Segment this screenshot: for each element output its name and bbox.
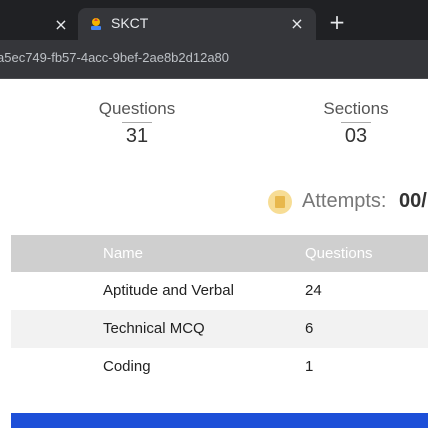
section-name: Aptitude and Verbal	[103, 282, 234, 299]
header-name: Name	[103, 245, 144, 262]
url-text[interactable]: a5ec749-fb57-4acc-9bef-2ae8b2d12a80	[0, 50, 229, 65]
sections-label: Sections	[323, 99, 389, 118]
attempts-icon	[268, 190, 292, 214]
table-header: Name Questions	[11, 235, 428, 272]
section-questions: 24	[305, 282, 322, 299]
attempts-label: Attempts:	[302, 190, 387, 212]
section-questions: 6	[305, 320, 314, 337]
close-tab-icon[interactable]: ×	[52, 16, 70, 34]
skct-favicon-icon	[91, 18, 101, 30]
section-questions: 1	[305, 358, 314, 375]
sections-count: 03	[344, 125, 368, 147]
sections-stat: Sections 03	[318, 99, 394, 148]
page-content: Questions 31 Sections 03 Attempts: 00/ N…	[0, 79, 428, 428]
attempts-value: 00/	[399, 190, 427, 212]
active-tab[interactable]: SKCT ×	[78, 8, 316, 40]
questions-stat: Questions 31	[96, 99, 178, 148]
section-name: Technical MCQ	[103, 320, 205, 337]
section-name: Coding	[103, 358, 151, 375]
tab-title: SKCT	[111, 15, 149, 31]
divider	[341, 122, 371, 123]
questions-label: Questions	[98, 99, 176, 118]
questions-count: 31	[125, 125, 149, 147]
table-row: Technical MCQ 6	[11, 310, 428, 348]
table-row: Aptitude and Verbal 24	[11, 272, 428, 310]
divider	[122, 122, 152, 123]
new-tab-button[interactable]: +	[327, 12, 347, 32]
address-bar[interactable]: a5ec749-fb57-4acc-9bef-2ae8b2d12a80	[0, 40, 428, 79]
close-tab-icon[interactable]: ×	[288, 15, 306, 33]
start-test-button[interactable]	[11, 413, 428, 428]
table-row: Coding 1	[11, 348, 428, 386]
header-questions: Questions	[305, 245, 373, 262]
sections-table: Name Questions Aptitude and Verbal 24 Te…	[11, 235, 428, 386]
